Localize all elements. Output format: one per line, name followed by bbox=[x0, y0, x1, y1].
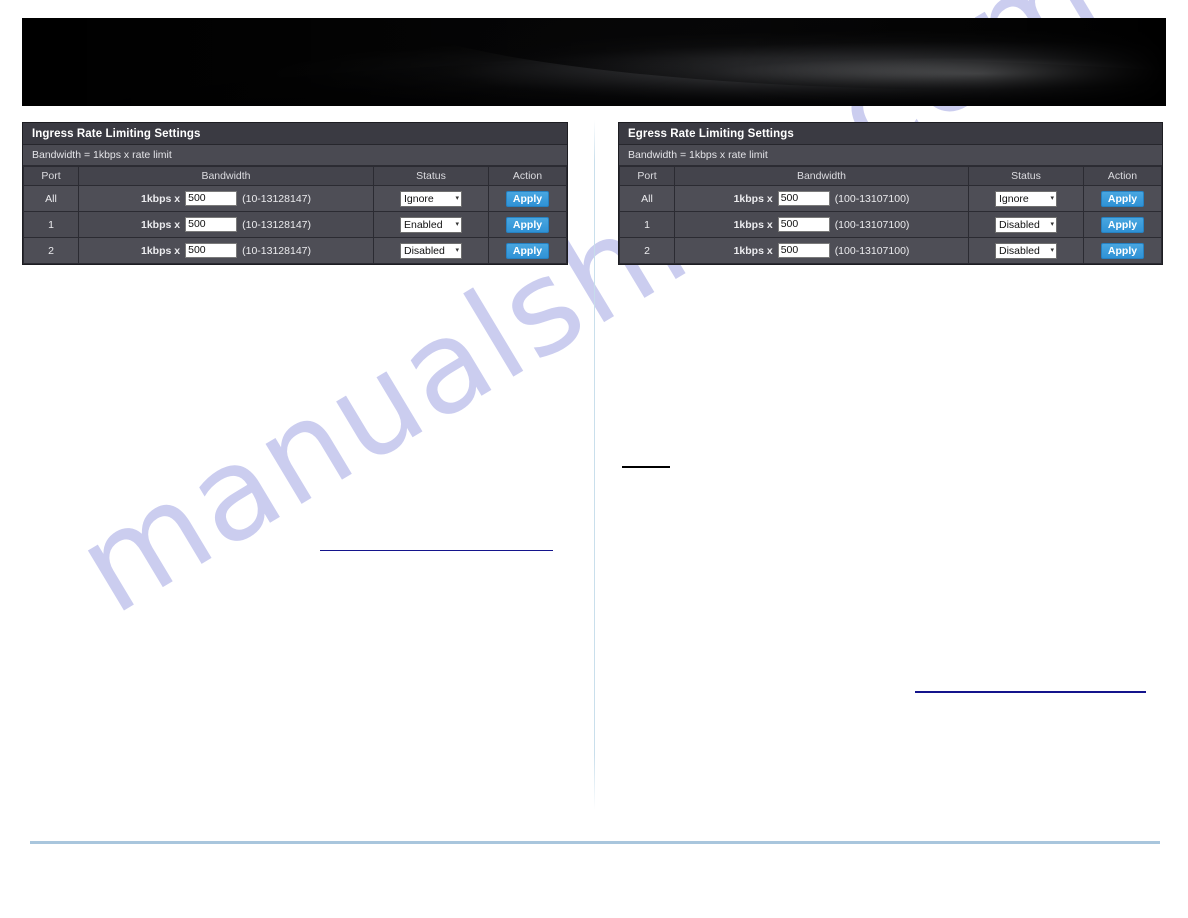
cell-port: All bbox=[23, 185, 79, 212]
cell-status: Ignore ▾ bbox=[968, 185, 1084, 212]
apply-button[interactable]: Apply bbox=[505, 190, 550, 207]
status-select[interactable]: Disabled ▾ bbox=[995, 216, 1057, 233]
column-header-status: Status bbox=[373, 166, 489, 186]
table-header-row: Port Bandwidth Status Action bbox=[23, 166, 567, 186]
column-header-bandwidth: Bandwidth bbox=[674, 166, 969, 186]
black-underline-mark bbox=[622, 466, 670, 468]
apply-button[interactable]: Apply bbox=[1100, 190, 1145, 207]
column-header-action: Action bbox=[488, 166, 567, 186]
panel-title-egress: Egress Rate Limiting Settings bbox=[619, 123, 1162, 145]
cell-action: Apply bbox=[488, 211, 567, 238]
status-select-value: Ignore bbox=[999, 192, 1029, 205]
cell-port: 2 bbox=[619, 237, 675, 264]
bandwidth-prefix-label: 1kbps x bbox=[141, 192, 181, 205]
cell-status: Ignore ▾ bbox=[373, 185, 489, 212]
cell-status: Enabled ▾ bbox=[373, 211, 489, 238]
bandwidth-range-label: (100-13107100) bbox=[834, 192, 910, 205]
column-header-bandwidth: Bandwidth bbox=[78, 166, 374, 186]
column-header-port: Port bbox=[619, 166, 675, 186]
panel-note-ingress: Bandwidth = 1kbps x rate limit bbox=[23, 145, 567, 166]
chevron-down-icon: ▾ bbox=[1050, 221, 1054, 228]
bandwidth-range-label: (100-13107100) bbox=[834, 218, 910, 231]
cell-port: All bbox=[619, 185, 675, 212]
cell-bandwidth: 1kbps x (100-13107100) bbox=[674, 185, 969, 212]
status-select[interactable]: Disabled ▾ bbox=[995, 242, 1057, 259]
status-select-value: Disabled bbox=[999, 218, 1040, 231]
cell-port: 2 bbox=[23, 237, 79, 264]
cell-status: Disabled ▾ bbox=[373, 237, 489, 264]
status-select[interactable]: Enabled ▾ bbox=[400, 216, 462, 233]
table-row: 2 1kbps x (100-13107100) Disabled ▾ bbox=[619, 237, 1162, 264]
cell-action: Apply bbox=[488, 185, 567, 212]
footer-divider-rule bbox=[30, 841, 1160, 844]
page-canvas: manualshive.com Ingress Rate Limiting Se… bbox=[0, 0, 1188, 918]
bandwidth-range-label: (10-13128147) bbox=[242, 192, 311, 205]
egress-rate-limiting-panel: Egress Rate Limiting Settings Bandwidth … bbox=[618, 122, 1163, 265]
bandwidth-range-label: (10-13128147) bbox=[242, 244, 311, 257]
cell-bandwidth: 1kbps x (10-13128147) bbox=[78, 185, 374, 212]
egress-table: Port Bandwidth Status Action All 1kbps x… bbox=[619, 166, 1162, 264]
ingress-rate-limiting-panel: Ingress Rate Limiting Settings Bandwidth… bbox=[22, 122, 568, 265]
bandwidth-input[interactable] bbox=[777, 217, 830, 232]
left-column-link-underline bbox=[320, 550, 553, 551]
cell-bandwidth: 1kbps x (10-13128147) bbox=[78, 237, 374, 264]
column-header-status: Status bbox=[968, 166, 1084, 186]
panel-note-egress: Bandwidth = 1kbps x rate limit bbox=[619, 145, 1162, 166]
apply-button[interactable]: Apply bbox=[505, 242, 550, 259]
apply-button[interactable]: Apply bbox=[1100, 242, 1145, 259]
bandwidth-prefix-label: 1kbps x bbox=[733, 192, 773, 205]
cell-bandwidth: 1kbps x (100-13107100) bbox=[674, 237, 969, 264]
chevron-down-icon: ▾ bbox=[455, 221, 459, 228]
bandwidth-prefix-label: 1kbps x bbox=[733, 218, 773, 231]
table-row: 1 1kbps x (10-13128147) Enabled ▾ bbox=[23, 211, 567, 238]
banner-vignette bbox=[22, 18, 1166, 106]
status-select-value: Enabled bbox=[404, 218, 443, 231]
bandwidth-prefix-label: 1kbps x bbox=[733, 244, 773, 257]
cell-status: Disabled ▾ bbox=[968, 211, 1084, 238]
table-row: All 1kbps x (100-13107100) Ignore ▾ bbox=[619, 185, 1162, 212]
cell-port: 1 bbox=[619, 211, 675, 238]
cell-action: Apply bbox=[488, 237, 567, 264]
bandwidth-input[interactable] bbox=[777, 191, 830, 206]
apply-button[interactable]: Apply bbox=[1100, 216, 1145, 233]
bandwidth-prefix-label: 1kbps x bbox=[141, 218, 181, 231]
column-divider bbox=[594, 120, 595, 810]
table-header-row: Port Bandwidth Status Action bbox=[619, 166, 1162, 186]
cell-bandwidth: 1kbps x (100-13107100) bbox=[674, 211, 969, 238]
column-header-action: Action bbox=[1083, 166, 1162, 186]
chevron-down-icon: ▾ bbox=[1050, 195, 1054, 202]
bandwidth-prefix-label: 1kbps x bbox=[141, 244, 181, 257]
status-select[interactable]: Disabled ▾ bbox=[400, 242, 462, 259]
cell-bandwidth: 1kbps x (10-13128147) bbox=[78, 211, 374, 238]
bandwidth-range-label: (10-13128147) bbox=[242, 218, 311, 231]
table-row: All 1kbps x (10-13128147) Ignore ▾ bbox=[23, 185, 567, 212]
right-column-link-underline bbox=[915, 691, 1146, 693]
chevron-down-icon: ▾ bbox=[1050, 247, 1054, 254]
table-row: 1 1kbps x (100-13107100) Disabled ▾ bbox=[619, 211, 1162, 238]
table-row: 2 1kbps x (10-13128147) Disabled ▾ bbox=[23, 237, 567, 264]
cell-status: Disabled ▾ bbox=[968, 237, 1084, 264]
chevron-down-icon: ▾ bbox=[455, 247, 459, 254]
bandwidth-range-label: (100-13107100) bbox=[834, 244, 910, 257]
cell-action: Apply bbox=[1083, 211, 1162, 238]
bandwidth-input[interactable] bbox=[777, 243, 830, 258]
bandwidth-input[interactable] bbox=[185, 217, 238, 232]
status-select-value: Disabled bbox=[404, 244, 445, 257]
apply-button[interactable]: Apply bbox=[505, 216, 550, 233]
status-select-value: Ignore bbox=[404, 192, 434, 205]
status-select[interactable]: Ignore ▾ bbox=[400, 190, 462, 207]
panel-title-ingress: Ingress Rate Limiting Settings bbox=[23, 123, 567, 145]
chevron-down-icon: ▾ bbox=[455, 195, 459, 202]
cell-port: 1 bbox=[23, 211, 79, 238]
column-header-port: Port bbox=[23, 166, 79, 186]
bandwidth-input[interactable] bbox=[185, 191, 238, 206]
cell-action: Apply bbox=[1083, 237, 1162, 264]
header-banner-image bbox=[22, 18, 1166, 106]
status-select[interactable]: Ignore ▾ bbox=[995, 190, 1057, 207]
cell-action: Apply bbox=[1083, 185, 1162, 212]
ingress-table: Port Bandwidth Status Action All 1kbps x… bbox=[23, 166, 567, 264]
bandwidth-input[interactable] bbox=[185, 243, 238, 258]
status-select-value: Disabled bbox=[999, 244, 1040, 257]
